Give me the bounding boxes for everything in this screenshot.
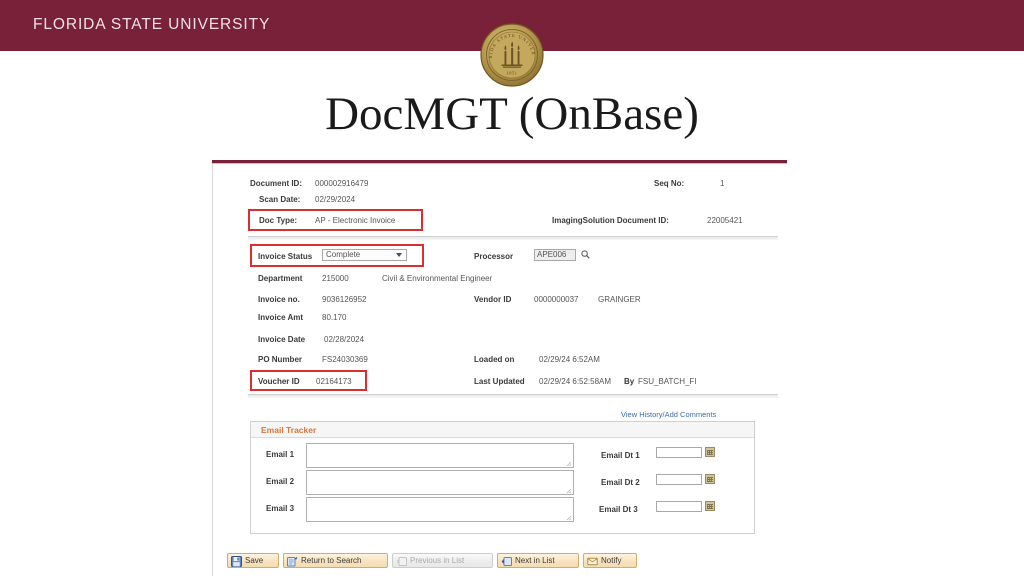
last-updated-value: 02/29/24 6:52:58AM (539, 377, 612, 386)
email-2-label: Email 2 (266, 477, 295, 486)
scan-date-value: 02/29/2024 (315, 195, 356, 204)
email-dt-1-input[interactable] (656, 447, 702, 458)
invoice-status-highlight-box (250, 244, 424, 267)
page-title: DocMGT (OnBase) (325, 88, 699, 140)
po-number-value: FS24030369 (322, 355, 368, 364)
calendar-icon[interactable] (705, 474, 715, 484)
last-updated-label: Last Updated (474, 377, 525, 386)
next-in-list-button-label: Next in List (515, 556, 555, 565)
save-button-label: Save (245, 556, 264, 565)
invoice-amt-label: Invoice Amt (258, 313, 304, 322)
notify-button-label: Notify (601, 556, 622, 565)
last-updated-by-label: By (624, 377, 635, 386)
form-top-accent-underline (212, 163, 787, 164)
save-disk-icon (231, 556, 242, 567)
magnifier-icon[interactable] (581, 250, 590, 259)
seq-no-label: Seq No: (654, 179, 685, 188)
email-1-label: Email 1 (266, 450, 295, 459)
imaging-solution-document-id-value: 22005421 (707, 216, 743, 225)
po-number-label: PO Number (258, 355, 303, 364)
department-label: Department (258, 274, 303, 283)
email-dt-3-label: Email Dt 3 (599, 505, 638, 514)
form-left-border (212, 164, 213, 576)
next-arrow-icon (501, 556, 512, 567)
return-to-search-button-label: Return to Search (301, 556, 362, 565)
department-value: 215000 (322, 274, 349, 283)
svg-text:1851: 1851 (506, 71, 517, 76)
document-id-label: Document ID: (250, 179, 302, 188)
processor-label: Processor (474, 252, 514, 261)
vendor-name: GRAINGER (598, 295, 641, 304)
imaging-solution-document-id-label: ImagingSolution Document ID: (552, 216, 669, 225)
invoice-no-value: 9036126952 (322, 295, 367, 304)
document-id-value: 000002916479 (315, 179, 369, 188)
next-in-list-button[interactable]: Next in List (497, 553, 579, 568)
processor-value: APE006 (537, 250, 567, 259)
previous-arrow-icon (396, 556, 407, 567)
email-tracker-title: Email Tracker (261, 425, 317, 435)
calendar-icon[interactable] (705, 501, 715, 511)
email-3-label: Email 3 (266, 504, 295, 513)
vendor-id-label: Vendor ID (474, 295, 512, 304)
loaded-on-label: Loaded on (474, 355, 515, 364)
email-tracker-panel-header: Email Tracker (251, 422, 754, 438)
doc-type-highlight-box (248, 209, 423, 231)
email-dt-3-input[interactable] (656, 501, 702, 512)
email-dt-1-label: Email Dt 1 (601, 451, 640, 460)
vendor-id-value: 0000000037 (534, 295, 579, 304)
email-dt-2-label: Email Dt 2 (601, 478, 640, 487)
email-2-textarea[interactable] (306, 470, 574, 495)
notify-button[interactable]: Notify (583, 553, 637, 568)
scan-date-label: Scan Date: (259, 195, 301, 204)
return-to-search-button[interactable]: Return to Search (283, 553, 388, 568)
notify-envelope-icon (587, 556, 598, 567)
voucher-id-highlight-box (250, 370, 367, 391)
processor-input[interactable]: APE006 (534, 249, 576, 261)
fsu-seal-icon: FLORIDA STATE UNIVERSITY 1851 (478, 19, 544, 87)
invoice-amt-value: 80.170 (322, 313, 347, 322)
view-history-add-comments-link[interactable]: View History/Add Comments (621, 410, 716, 419)
loaded-on-value: 02/29/24 6:52AM (539, 355, 600, 364)
resize-grip-icon[interactable] (566, 487, 572, 494)
last-updated-by-value: FSU_BATCH_FI (638, 377, 697, 386)
department-name: Civil & Environmental Engineer (382, 274, 493, 283)
return-search-icon (287, 556, 298, 567)
save-button[interactable]: Save (227, 553, 279, 568)
docmgt-form-screenshot: Document ID: 000002916479 Seq No: 1 Scan… (212, 160, 787, 576)
seq-no-value: 1 (720, 179, 725, 188)
email-1-textarea[interactable] (306, 443, 574, 468)
resize-grip-icon[interactable] (566, 514, 572, 521)
previous-in-list-button-label: Previous in List (410, 556, 465, 565)
institution-name: FLORIDA STATE UNIVERSITY (33, 16, 271, 33)
calendar-icon[interactable] (705, 447, 715, 457)
previous-in-list-button[interactable]: Previous in List (392, 553, 493, 568)
invoice-date-value: 02/28/2024 (324, 335, 365, 344)
email-3-textarea[interactable] (306, 497, 574, 522)
resize-grip-icon[interactable] (566, 460, 572, 467)
email-tracker-panel: Email Tracker Email 1 Email Dt 1 Email 2 (250, 421, 755, 534)
invoice-no-label: Invoice no. (258, 295, 300, 304)
email-dt-2-input[interactable] (656, 474, 702, 485)
section-divider-top (248, 236, 778, 240)
section-divider-bottom (248, 394, 778, 398)
invoice-date-label: Invoice Date (258, 335, 306, 344)
